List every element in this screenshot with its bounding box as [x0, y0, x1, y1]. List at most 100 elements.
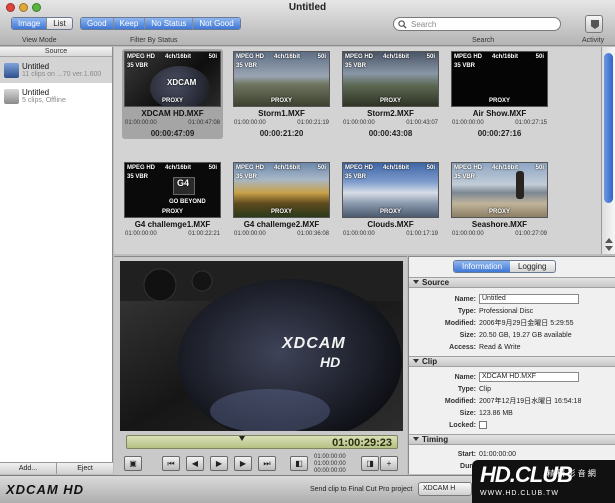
tab-logging[interactable]: Logging	[510, 261, 554, 272]
clip-item[interactable]: MPEG HD 4ch/16bit 50i 35 VBR PROXY Storm…	[340, 49, 441, 139]
tab-information[interactable]: Information	[454, 261, 511, 272]
search-placeholder: Search	[411, 19, 437, 29]
proxy-badge: PROXY	[270, 209, 292, 215]
video-logo-text: XDCAM	[282, 335, 346, 352]
clip-bitrate: 35 VBR	[345, 174, 367, 180]
source-item[interactable]: Untitled 11 clips on ...70 ver.1.600	[0, 57, 112, 83]
source-item[interactable]: Untitled 5 clips, Offline	[0, 83, 112, 109]
view-mode-list-button[interactable]: List	[47, 18, 71, 29]
mark-out-button[interactable]: ◨	[361, 456, 379, 471]
clip-format: MPEG HD	[127, 165, 156, 171]
play-button[interactable]: ▶	[210, 456, 228, 471]
clip-format: MPEG HD	[345, 165, 374, 171]
source-name-field[interactable]: Untitled	[479, 294, 579, 304]
clip-name: Air Show.MXF	[472, 109, 527, 118]
field-value: 2006年9月29日金曜日 5:29:55	[479, 320, 574, 327]
clip-bitrate: 35 VBR	[127, 63, 149, 69]
add-marker-button[interactable]: +	[380, 456, 398, 471]
clip-out-timecode: 01:00:22:21	[188, 231, 220, 237]
add-button[interactable]: Add...	[0, 463, 57, 474]
view-mode-image-button[interactable]: Image	[12, 18, 48, 29]
source-section-header[interactable]: Source	[409, 277, 615, 288]
clip-audio: 4ch/16bit	[165, 165, 192, 171]
clip-format: MPEG HD	[127, 54, 156, 60]
locked-checkbox[interactable]	[479, 421, 487, 429]
clip-name-field[interactable]: XDCAM HD.MXF	[479, 372, 579, 382]
clip-in-timecode: 01:00:00:00	[343, 120, 375, 126]
field-value: Professional Disc	[479, 308, 534, 315]
disclosure-triangle-icon[interactable]	[413, 280, 419, 284]
clip-out-timecode: 01:00:17:19	[406, 231, 438, 237]
section-title: Timing	[422, 435, 449, 444]
clip-item[interactable]: MPEG HD 4ch/16bit 50i 35 VBR PROXY G4 ch…	[231, 160, 332, 250]
activity-label: Activity	[582, 37, 605, 44]
clip-out-timecode: 01:00:27:15	[515, 120, 547, 126]
activity-button[interactable]	[585, 15, 603, 33]
field-label: Modified:	[444, 398, 476, 405]
scrollbar-thumb[interactable]	[604, 53, 613, 203]
clip-out-timecode: 01:00:36:08	[297, 231, 329, 237]
send-to-fcp-label: Send clip to Final Cut Pro project	[310, 486, 413, 493]
source-subtitle: 5 clips, Offline	[22, 97, 66, 104]
clip-thumbnail: MPEG HD 4ch/16bit 50i 35 VBR PROXY	[451, 51, 548, 107]
scroll-down-arrow-icon[interactable]	[605, 246, 613, 251]
proxy-badge: PROXY	[488, 209, 510, 215]
go-to-end-button[interactable]: ⏭	[258, 456, 276, 471]
clip-rate: 50i	[426, 165, 435, 171]
step-back-button[interactable]: ◀	[186, 456, 204, 471]
step-forward-button[interactable]: ▶	[234, 456, 252, 471]
proxy-badge: PROXY	[379, 209, 401, 215]
in-timecode: 01:00:00:00	[314, 454, 346, 460]
field-label: Size:	[459, 332, 476, 339]
field-label: Type:	[457, 386, 476, 393]
source-type-row: Type: Professional Disc	[409, 306, 615, 317]
video-preview[interactable]: XDCAM HD	[120, 261, 403, 431]
xdcam-hd-logo: XDCAM HD	[6, 482, 85, 497]
filter-no-status-button[interactable]: No Status	[145, 18, 194, 29]
filter-keep-button[interactable]: Keep	[113, 18, 146, 29]
field-label: Modified:	[444, 320, 476, 327]
field-value: 123.86 MB	[479, 410, 513, 417]
proxy-badge: PROXY	[488, 98, 510, 104]
clip-audio: 4ch/16bit	[274, 165, 301, 171]
watermark-chinese-text: 精 研 影 音 網	[547, 469, 596, 478]
disclosure-triangle-icon[interactable]	[413, 437, 419, 441]
disc-icon	[4, 88, 19, 104]
clip-bitrate: 35 VBR	[236, 174, 258, 180]
filter-not-good-button[interactable]: Not Good	[193, 18, 240, 29]
clip-item[interactable]: MPEG HD 4ch/16bit 50i 35 VBR PROXY Seash…	[449, 160, 550, 250]
field-label: Access:	[449, 344, 476, 351]
playhead-icon[interactable]	[238, 436, 245, 441]
clip-item[interactable]: MPEG HD 4ch/16bit 50i 35 VBR PROXY Cloud…	[340, 160, 441, 250]
disclosure-triangle-icon[interactable]	[413, 359, 419, 363]
clip-out-timecode: 01:00:47:08	[188, 120, 220, 126]
clip-out-timecode: 01:00:27:09	[515, 231, 547, 237]
clip-item[interactable]: MPEG HD 4ch/16bit 50i 35 VBR PROXY Air S…	[449, 49, 550, 139]
hdclub-watermark: HD.CLUB 精 研 影 音 網 WWW.HD.CLUB.TW	[472, 460, 615, 503]
clip-format: MPEG HD	[454, 54, 483, 60]
clip-item[interactable]: MPEG HD 4ch/16bit 50i 35 VBR PROXY Storm…	[231, 49, 332, 139]
mark-in-button[interactable]: ◧	[290, 456, 308, 471]
timeline-scrubber[interactable]: 01:00:29:23	[126, 435, 398, 449]
status-filter-control: Good Keep No Status Not Good	[80, 17, 241, 30]
clip-audio: 4ch/16bit	[383, 165, 410, 171]
clip-grid-scrollbar[interactable]	[601, 47, 615, 254]
scroll-up-arrow-icon[interactable]	[605, 238, 613, 243]
clip-in-timecode: 01:00:00:00	[452, 120, 484, 126]
clip-duration: 00:00:47:09	[150, 129, 195, 138]
eject-button[interactable]: Eject	[57, 463, 113, 474]
clip-grid: XDCAM MPEG HD 4ch/16bit 50i 35 VBR PROXY…	[114, 47, 601, 254]
clip-name: G4 challemge1.MXF	[134, 220, 211, 229]
filter-good-button[interactable]: Good	[81, 18, 114, 29]
timing-section-header[interactable]: Timing	[409, 434, 615, 445]
clip-item[interactable]: G4 GO BEYOND MPEG HD 4ch/16bit 50i 35 VB…	[122, 160, 223, 250]
go-to-start-button[interactable]: ⏮	[162, 456, 180, 471]
filter-label: Filter By Status	[130, 37, 178, 44]
fullscreen-button[interactable]: ▣	[124, 456, 142, 471]
clip-item[interactable]: XDCAM MPEG HD 4ch/16bit 50i 35 VBR PROXY…	[122, 49, 223, 139]
search-label: Search	[472, 37, 495, 44]
send-to-fcp-popup[interactable]: XDCAM H	[418, 482, 472, 496]
search-field[interactable]: Search	[393, 17, 561, 31]
info-tabs: Information Logging	[453, 260, 556, 273]
clip-section-header[interactable]: Clip	[409, 356, 615, 367]
